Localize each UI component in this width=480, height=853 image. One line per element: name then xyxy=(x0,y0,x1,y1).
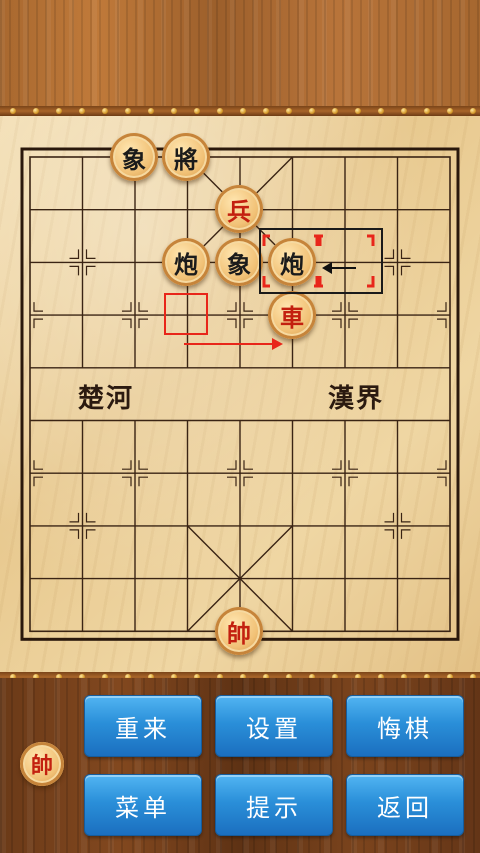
back-button[interactable]: 返回 xyxy=(346,774,464,836)
origin-marker xyxy=(164,293,208,335)
menu-button[interactable]: 菜单 xyxy=(84,774,202,836)
current-turn-indicator: 帥 xyxy=(20,742,64,786)
right-arrow-icon xyxy=(184,338,283,350)
destination-marker xyxy=(262,234,375,288)
hint-button[interactable]: 提示 xyxy=(215,774,333,836)
undo-button[interactable]: 悔棋 xyxy=(346,695,464,757)
settings-button[interactable]: 设置 xyxy=(215,695,333,757)
restart-button[interactable]: 重来 xyxy=(84,695,202,757)
left-arrow-icon xyxy=(322,262,356,274)
